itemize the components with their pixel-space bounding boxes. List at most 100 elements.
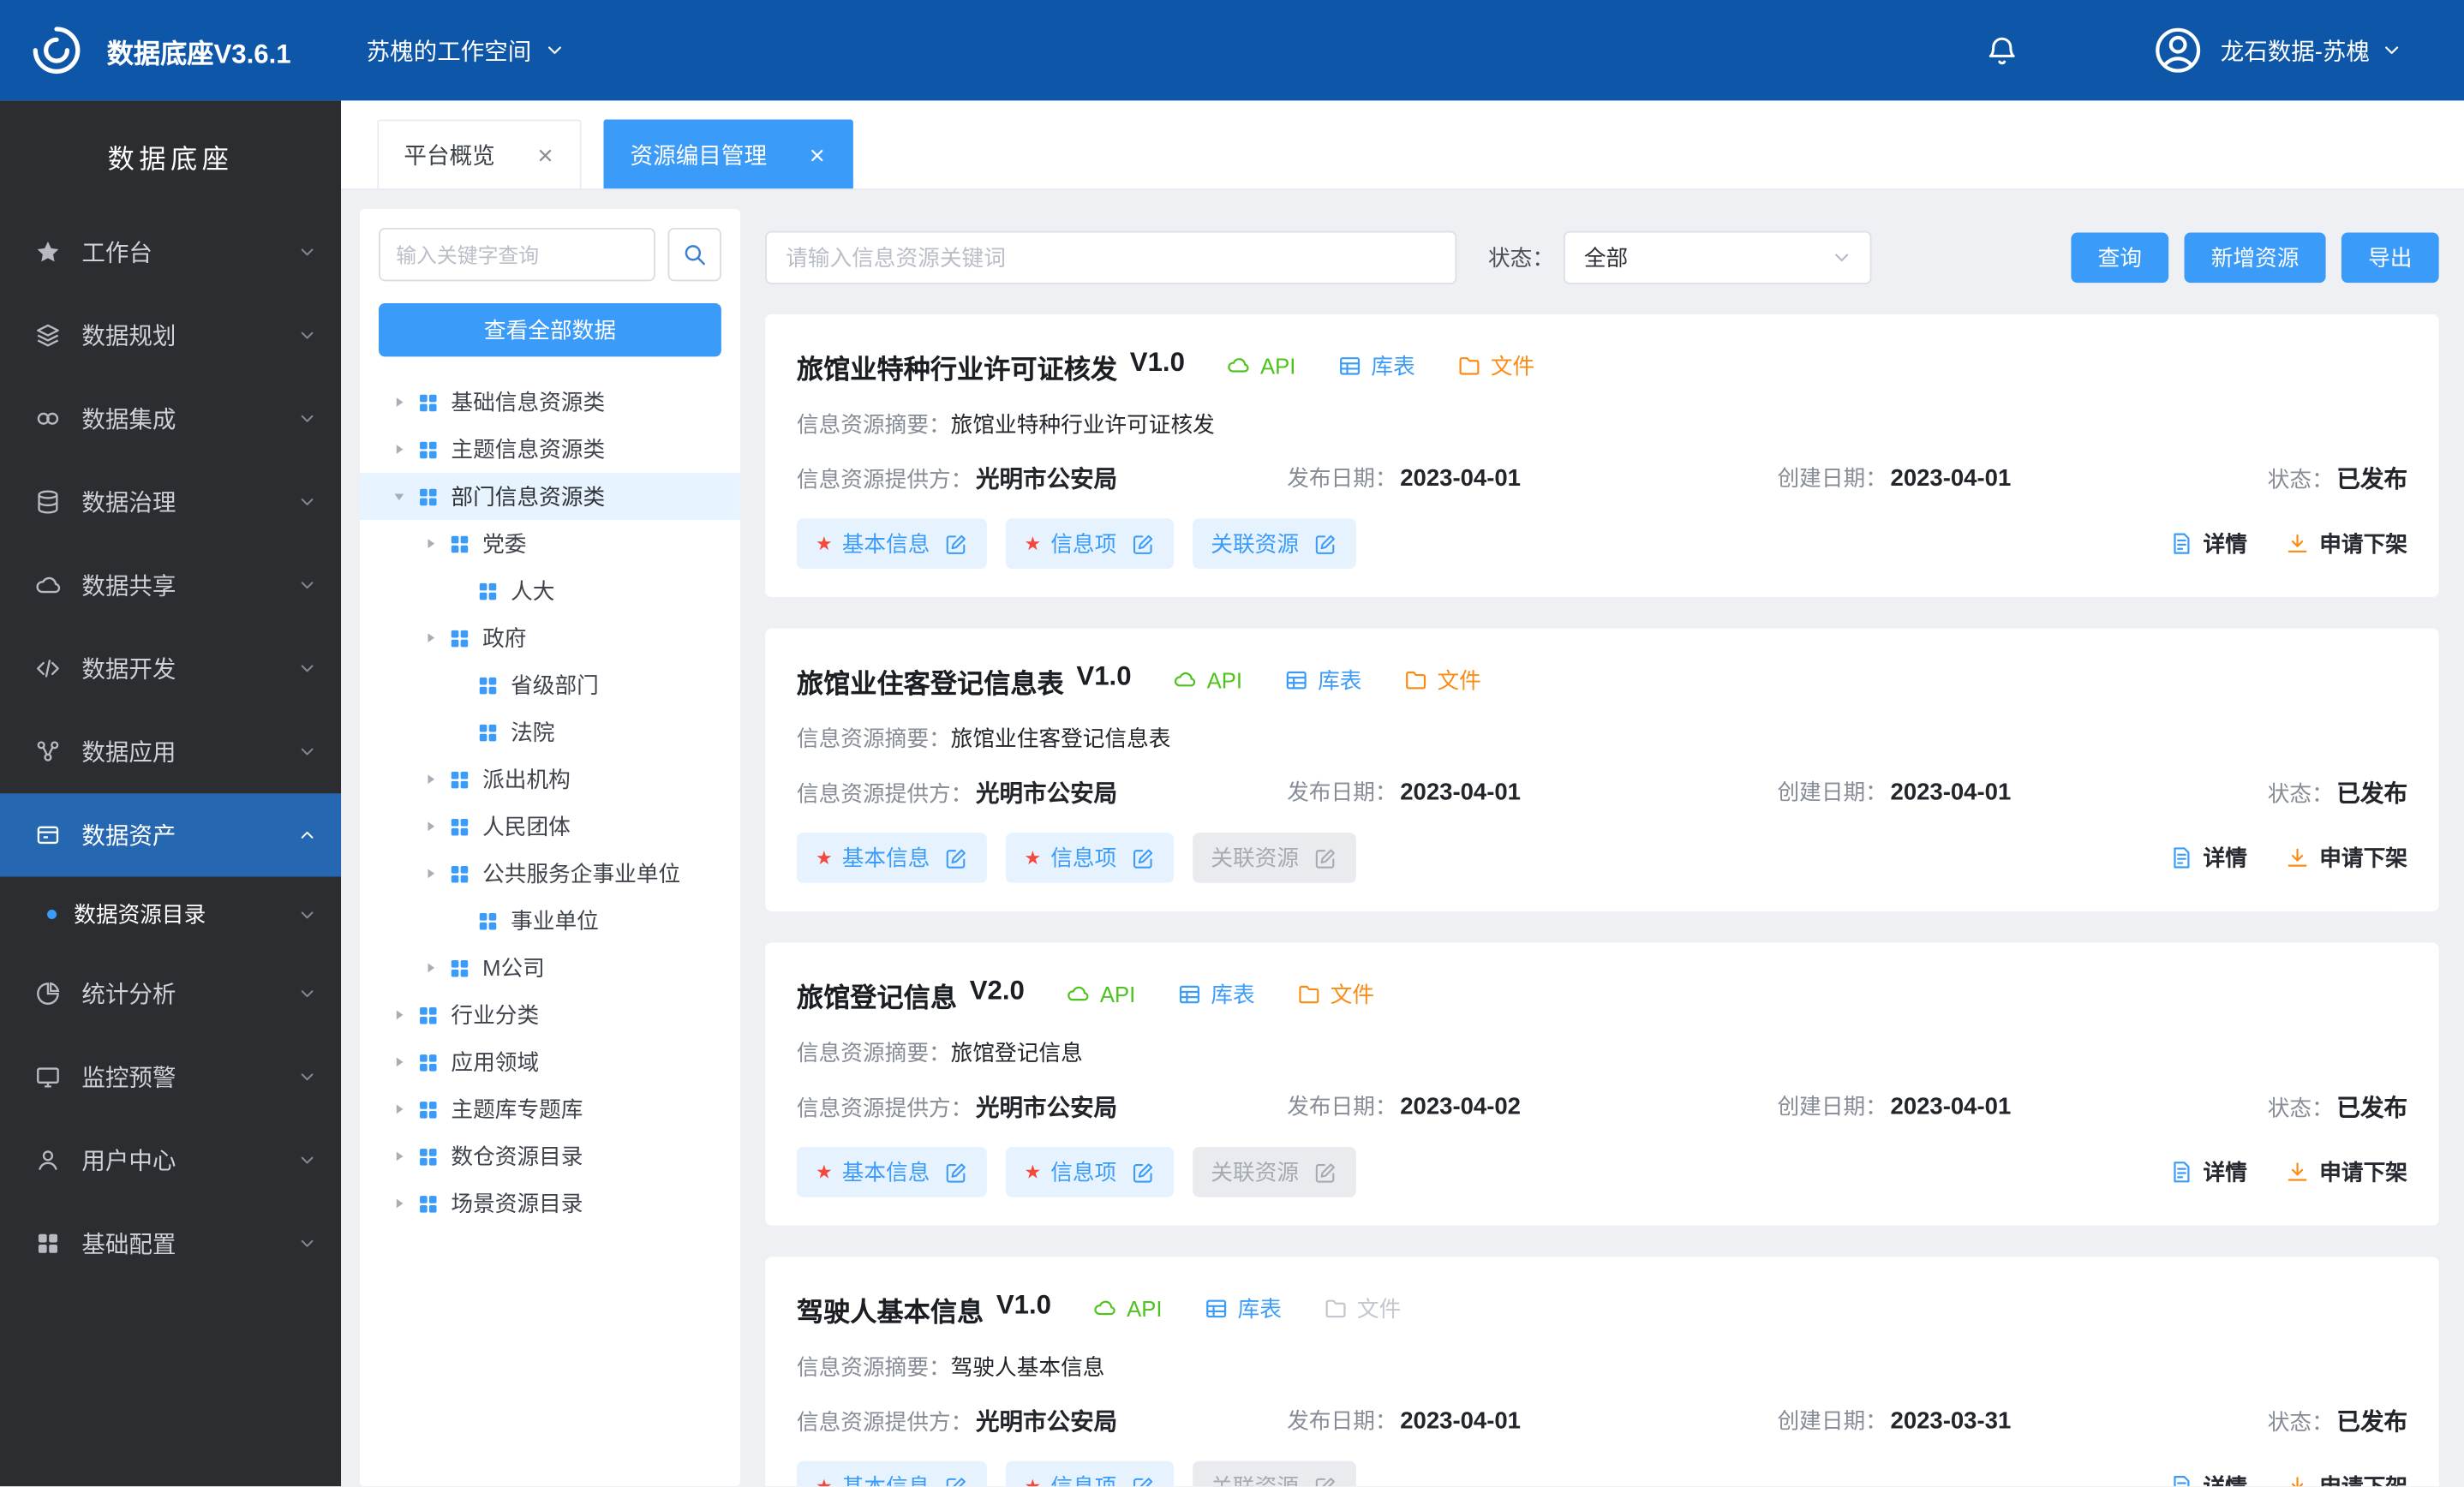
caret-right-icon[interactable] [422,866,438,881]
detail-link[interactable]: 详情 [2168,842,2247,874]
query-button[interactable]: 查询 [2071,232,2168,283]
tree-search-button[interactable] [668,228,721,281]
tree-node[interactable]: 派出机构 [360,755,740,803]
tab-resource-catalog-management[interactable]: 资源编目管理 [603,119,853,188]
basic-info-button[interactable]: ★基本信息 [797,833,987,883]
caret-right-icon[interactable] [392,1149,407,1164]
add-resource-button[interactable]: 新增资源 [2185,232,2326,283]
status-badge: 已发布 [2336,775,2407,809]
tag-file[interactable]: 文件 [1295,979,1374,1011]
basic-info-button[interactable]: ★基本信息 [797,518,987,569]
required-star-icon: ★ [1024,1161,1041,1183]
sidebar-item-data-integration[interactable]: 数据集成 [0,377,341,460]
view-all-data-button[interactable]: 查看全部数据 [379,303,721,356]
caret-right-icon[interactable] [392,394,407,409]
tree-node[interactable]: 公共服务企事业单位 [360,850,740,897]
user-avatar-icon[interactable] [2151,24,2204,77]
tag-file[interactable]: 文件 [1456,350,1534,382]
basic-info-button[interactable]: ★基本信息 [797,1461,987,1486]
tree-node[interactable]: 事业单位 [360,897,740,944]
resource-search-input[interactable] [765,231,1456,284]
request-offline-link[interactable]: 申请下架 [2285,528,2407,559]
chevron-down-icon [298,327,315,344]
tag-table[interactable]: 库表 [1203,1293,1282,1325]
resource-card: 旅馆业特种行业许可证核发V1.0 API 库表 文件 信息资源摘要：旅馆业特种行… [765,314,2438,597]
caret-right-icon[interactable] [422,772,438,787]
tree-node[interactable]: 场景资源目录 [360,1179,740,1227]
tree-node[interactable]: 应用领域 [360,1038,740,1085]
provider-field: 信息资源提供方：光明市公安局 [797,1404,1287,1437]
tree-node[interactable]: 主题库专题库 [360,1085,740,1132]
tree-node[interactable]: 省级部门 [360,661,740,708]
sidebar-item-data-assets[interactable]: 数据资产 [0,793,341,876]
request-offline-link[interactable]: 申请下架 [2285,1156,2407,1188]
chevron-down-icon[interactable] [2383,41,2401,60]
info-item-button[interactable]: ★信息项 [1005,833,1173,883]
chevron-down-icon [298,1151,315,1168]
caret-right-icon[interactable] [392,441,407,457]
info-item-button[interactable]: ★信息项 [1005,1147,1173,1197]
detail-link[interactable]: 详情 [2168,1471,2247,1486]
caret-right-icon[interactable] [422,819,438,834]
tree-node[interactable]: 行业分类 [360,991,740,1038]
close-icon[interactable] [808,146,827,164]
tree-node[interactable]: 人大 [360,567,740,614]
arrow-down-to-line-icon [2285,845,2310,870]
caret-down-icon[interactable] [392,488,407,504]
tag-table[interactable]: 库表 [1283,665,1362,696]
tree-node[interactable]: 数仓资源目录 [360,1132,740,1179]
status-select[interactable]: 全部 [1564,231,1871,284]
tree-search-input[interactable] [379,228,655,281]
tree-node-selected[interactable]: 部门信息资源类 [360,473,740,520]
tree-node[interactable]: M公司 [360,944,740,991]
sidebar-item-data-application[interactable]: 数据应用 [0,710,341,793]
info-item-button[interactable]: ★信息项 [1005,1461,1173,1486]
tag-api[interactable]: API [1092,1296,1163,1321]
tree-node[interactable]: 主题信息资源类 [360,426,740,473]
sidebar-item-user-center[interactable]: 用户中心 [0,1119,341,1202]
sidebar-item-data-development[interactable]: 数据开发 [0,627,341,710]
workspace-switcher[interactable]: 苏槐的工作空间 [367,33,565,67]
sidebar-item-data-governance[interactable]: 数据治理 [0,460,341,543]
tag-api[interactable]: API [1226,354,1296,379]
tag-api[interactable]: API [1172,668,1242,693]
tag-table[interactable]: 库表 [1176,979,1255,1011]
tag-api[interactable]: API [1066,982,1136,1006]
category-icon [476,909,500,933]
sidebar-item-data-sharing[interactable]: 数据共享 [0,544,341,627]
sidebar-item-data-resource-catalog[interactable]: 数据资源目录 [0,876,341,952]
tree-node[interactable]: 政府 [360,614,740,661]
sidebar-item-monitoring[interactable]: 监控预警 [0,1036,341,1119]
caret-right-icon[interactable] [422,630,438,646]
sidebar-item-data-planning[interactable]: 数据规划 [0,294,341,377]
caret-right-icon[interactable] [422,535,438,551]
tag-file[interactable]: 文件 [1402,665,1481,696]
request-offline-link[interactable]: 申请下架 [2285,842,2407,874]
export-button[interactable]: 导出 [2341,232,2439,283]
caret-right-icon[interactable] [422,960,438,976]
tree-node[interactable]: 党委 [360,520,740,567]
caret-right-icon[interactable] [392,1196,407,1211]
related-resource-button[interactable]: 关联资源 [1192,518,1355,569]
request-offline-link[interactable]: 申请下架 [2285,1471,2407,1486]
tab-platform-overview[interactable]: 平台概览 [377,119,581,188]
caret-right-icon[interactable] [392,1102,407,1117]
basic-info-button[interactable]: ★基本信息 [797,1147,987,1197]
tree-node[interactable]: 基础信息资源类 [360,379,740,426]
sidebar-item-workbench[interactable]: 工作台 [0,211,341,294]
notification-bell-icon[interactable] [1985,33,2019,68]
tag-table[interactable]: 库表 [1337,350,1415,382]
close-icon[interactable] [535,146,554,164]
info-item-button[interactable]: ★信息项 [1005,518,1173,569]
tree-node[interactable]: 法院 [360,708,740,755]
table-icon [1337,354,1361,379]
caret-right-icon[interactable] [392,1007,407,1023]
category-icon [416,391,440,415]
tree-node[interactable]: 人民团体 [360,803,740,850]
caret-right-icon[interactable] [392,1054,407,1070]
detail-link[interactable]: 详情 [2168,1156,2247,1188]
user-menu[interactable]: 龙石数据-苏槐 [2221,33,2370,67]
sidebar-item-statistics[interactable]: 统计分析 [0,953,341,1036]
sidebar-item-basic-config[interactable]: 基础配置 [0,1202,341,1285]
detail-link[interactable]: 详情 [2168,528,2247,559]
